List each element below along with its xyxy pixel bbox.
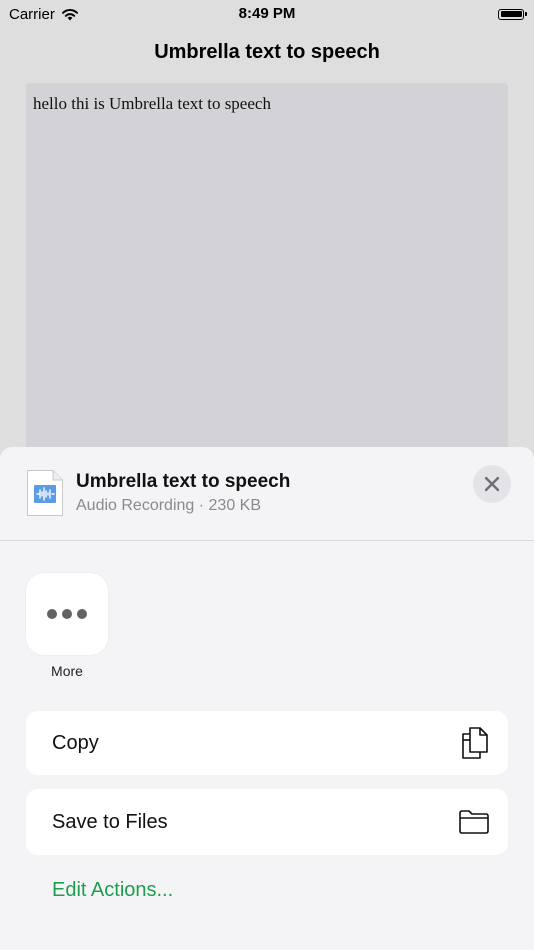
copy-action-label: Copy [52, 731, 99, 754]
edit-actions-link[interactable]: Edit Actions... [52, 879, 173, 902]
save-to-files-action[interactable]: Save to Files [26, 789, 508, 855]
ellipsis-icon [46, 608, 88, 620]
save-to-files-label: Save to Files [52, 810, 168, 833]
status-time: 8:49 PM [238, 5, 296, 22]
copy-action[interactable]: Copy [26, 711, 508, 775]
share-sheet-header: Umbrella text to speech Audio Recording … [0, 447, 534, 541]
close-button[interactable] [473, 465, 511, 503]
file-title: Umbrella text to speech [76, 471, 291, 492]
copy-icon [460, 726, 490, 760]
share-sheet: Umbrella text to speech Audio Recording … [0, 447, 534, 950]
audio-file-icon [26, 469, 64, 517]
page-title: Umbrella text to speech [154, 41, 380, 63]
more-button[interactable] [26, 573, 108, 655]
status-bar: Carrier 8:49 PM [0, 0, 534, 28]
battery-icon [498, 8, 527, 20]
more-label: More [51, 663, 83, 679]
close-icon [484, 476, 500, 492]
text-input-area[interactable]: hello thi is Umbrella text to speech [26, 83, 508, 463]
folder-icon [458, 809, 490, 835]
file-subtitle: Audio Recording · 230 KB [76, 497, 261, 514]
